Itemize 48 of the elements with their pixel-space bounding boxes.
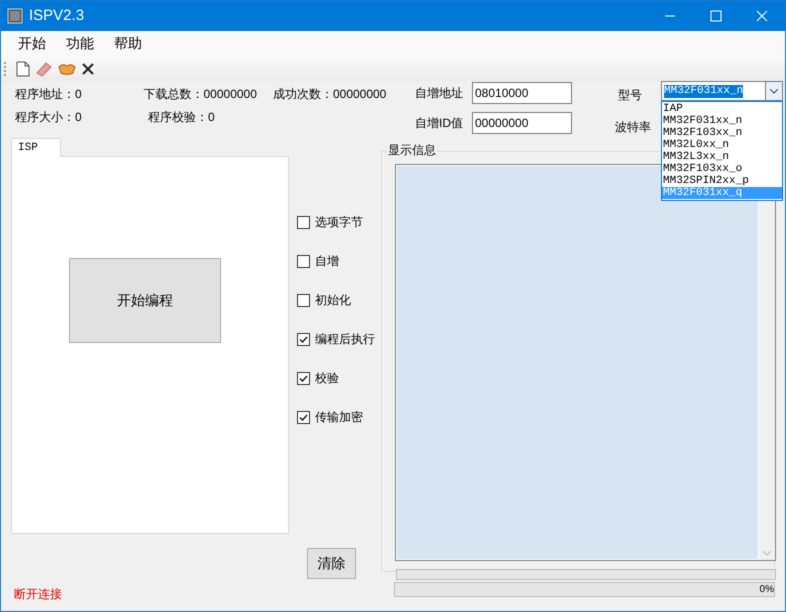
dropdown-option[interactable]: MM32SPIN2xx_p bbox=[662, 175, 782, 187]
menu-item[interactable]: 功能 bbox=[56, 33, 104, 54]
eraser-icon[interactable] bbox=[35, 60, 53, 76]
window-title: ISPV2.3 bbox=[29, 6, 84, 26]
new-document-icon[interactable] bbox=[16, 60, 30, 76]
connection-status: 断开连接 bbox=[14, 586, 63, 603]
checkbox[interactable] bbox=[297, 410, 310, 424]
info-text: 程序校验：0 bbox=[148, 110, 216, 124]
dropdown-option[interactable]: MM32F103xx_n bbox=[662, 127, 782, 139]
info-text: 程序大小：0 bbox=[15, 110, 83, 124]
chevron-down-icon bbox=[770, 88, 778, 94]
checkbox[interactable] bbox=[297, 372, 310, 384]
checkbox-label: 校验 bbox=[315, 370, 339, 387]
dropdown-value: MM32F031xx_n bbox=[664, 84, 744, 98]
dropdown-option[interactable]: MM32F103xx_o bbox=[662, 163, 782, 175]
checkbox[interactable] bbox=[297, 254, 310, 268]
grip-icon bbox=[4, 60, 7, 76]
info-text: 成功次数：00000000 bbox=[272, 87, 388, 101]
model-dropdown[interactable]: MM32F031xx_n bbox=[661, 81, 783, 101]
input-field[interactable]: 08010000 bbox=[472, 82, 572, 104]
menu-item[interactable]: 帮助 bbox=[104, 33, 152, 54]
checkbox-label: 编程后执行 bbox=[315, 331, 375, 348]
checkbox[interactable] bbox=[297, 332, 310, 346]
field-label: 自增地址 bbox=[415, 85, 464, 102]
menu-item[interactable]: 开始 bbox=[8, 33, 56, 54]
model-label: 型号 bbox=[617, 87, 643, 104]
dropdown-option[interactable]: MM32F031xx_n bbox=[662, 115, 782, 127]
group-title: 显示信息 bbox=[387, 143, 437, 158]
dropdown-option[interactable]: MM32L0xx_n bbox=[662, 139, 782, 151]
dropdown-option[interactable]: IAP bbox=[662, 103, 782, 115]
baud-rate-label: 波特率 bbox=[615, 119, 651, 136]
checkbox-label: 自增 bbox=[315, 253, 339, 270]
start-programming-button[interactable]: 开始编程 bbox=[69, 258, 221, 343]
clear-button[interactable]: 清除 bbox=[307, 548, 356, 579]
info-text: 程序地址：0 bbox=[15, 87, 83, 101]
checkbox[interactable] bbox=[297, 294, 310, 306]
checkbox-label: 传输加密 bbox=[315, 409, 363, 426]
checkbox-label: 选项字节 bbox=[315, 214, 363, 231]
checkbox-label: 初始化 bbox=[315, 292, 351, 309]
info-text: 下载总数：00000000 bbox=[144, 87, 258, 101]
chip-icon bbox=[7, 8, 23, 24]
dropdown-option[interactable]: MM32L3xx_n bbox=[662, 151, 782, 163]
checkbox[interactable] bbox=[297, 216, 310, 228]
progress-reading: 0% bbox=[760, 584, 774, 596]
tab[interactable]: ISP bbox=[11, 138, 61, 157]
field-label: 自增ID值 bbox=[415, 115, 464, 132]
close-icon[interactable] bbox=[81, 62, 95, 76]
input-field[interactable]: 00000000 bbox=[472, 112, 572, 134]
